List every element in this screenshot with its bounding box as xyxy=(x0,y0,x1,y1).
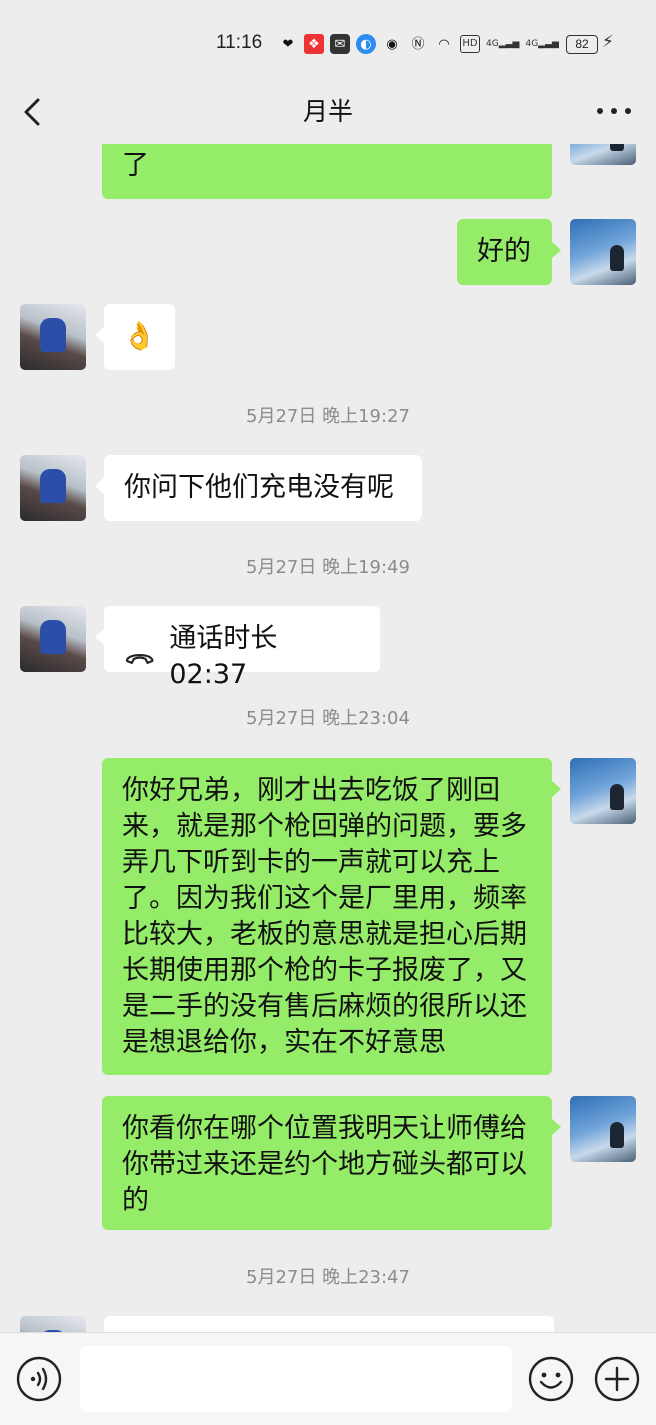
charging-icon: ⚡ xyxy=(602,32,614,52)
voice-button[interactable] xyxy=(16,1356,62,1402)
wifi-icon: ◠ xyxy=(438,36,450,52)
battery-icon: 82 xyxy=(566,35,598,54)
message-bubble-mine[interactable]: 你好兄弟，刚才出去吃饭了刚回来，就是那个枪回弹的问题，要多弄几下听到卡的一声就可… xyxy=(102,758,561,1075)
signal-icon-1: 4G ▂▃▅ xyxy=(486,38,520,49)
app-notification-icon: ❖ xyxy=(304,34,324,54)
contact-avatar[interactable] xyxy=(20,455,86,521)
message-input[interactable] xyxy=(80,1346,512,1412)
my-avatar[interactable] xyxy=(570,219,636,285)
call-duration-text: 通话时长 02:37 xyxy=(169,623,278,690)
message-bubble-mine[interactable]: 你看你在哪个位置我明天让师傅给你带过来还是约个地方碰头都可以的 xyxy=(102,1096,561,1230)
message-text: 了 xyxy=(122,150,149,181)
status-time: 11:16 xyxy=(216,32,263,53)
contact-avatar[interactable] xyxy=(20,304,86,370)
contact-avatar[interactable] xyxy=(20,606,86,672)
message-bubble-mine[interactable]: 好的 xyxy=(457,219,561,285)
hd-icon: HD xyxy=(460,35,480,53)
browser-app-icon: ◐ xyxy=(356,34,376,54)
message-bubble-other[interactable]: 👌 xyxy=(95,304,175,370)
my-avatar[interactable] xyxy=(570,1096,636,1162)
my-avatar[interactable] xyxy=(570,144,636,165)
timestamp: 5月27日 晚上19:49 xyxy=(246,557,410,578)
message-text: 你问下他们充电没有呢 xyxy=(124,472,394,503)
status-bar: 11:16 ❤ ❖ ✉ ◐ ◉ Ⓝ ◠ HD 4G ▂▃▅ 4G ▂▃▅ 82 ⚡ xyxy=(0,0,656,80)
message-bubble-mine[interactable]: 了 xyxy=(102,144,552,199)
plus-icon xyxy=(594,1356,640,1402)
more-functions-button[interactable] xyxy=(594,1356,640,1402)
status-icons: ❤ ❖ ✉ ◐ ◉ Ⓝ ◠ HD 4G ▂▃▅ 4G ▂▃▅ xyxy=(278,33,559,55)
chat-area[interactable]: 了 好的 👌 5月27日 晚上19:27 你问下他们充电没有呢 5月27日 晚上… xyxy=(0,144,656,1332)
contact-avatar[interactable] xyxy=(20,1316,86,1332)
message-text: 你好兄弟，刚才出去吃饭了刚回来，就是那个枪回弹的问题，要多弄几下听到卡的一声就可… xyxy=(122,775,527,1058)
voice-icon xyxy=(16,1356,62,1402)
more-icon xyxy=(597,108,631,114)
my-avatar[interactable] xyxy=(570,758,636,824)
timestamp: 5月27日 晚上23:47 xyxy=(246,1267,410,1288)
chat-title: 月半 xyxy=(302,97,353,126)
nfc-icon: Ⓝ xyxy=(411,36,425,52)
timestamp: 5月27日 晚上23:04 xyxy=(246,708,410,729)
message-bubble-other[interactable] xyxy=(104,1316,554,1332)
message-app-icon: ✉ xyxy=(330,34,350,54)
eye-icon: ◉ xyxy=(386,36,398,52)
message-text: 你看你在哪个位置我明天让师傅给你带过来还是约个地方碰头都可以的 xyxy=(122,1113,527,1216)
chat-header: 月半 xyxy=(0,80,656,144)
heart-icon: ❤ xyxy=(282,36,294,52)
emoji-icon xyxy=(528,1356,574,1402)
ok-hand-emoji-icon: 👌 xyxy=(122,321,157,352)
more-button[interactable] xyxy=(592,96,636,126)
call-record-bubble[interactable]: 通话时长 02:37 xyxy=(95,606,380,690)
phone-icon xyxy=(125,653,154,664)
message-text: 好的 xyxy=(477,236,531,267)
signal-icon-2: 4G ▂▃▅ xyxy=(525,38,559,49)
timestamp: 5月27日 晚上19:27 xyxy=(246,406,410,427)
emoji-button[interactable] xyxy=(528,1356,574,1402)
message-bubble-other[interactable]: 你问下他们充电没有呢 xyxy=(95,455,422,521)
input-bar xyxy=(0,1332,656,1425)
